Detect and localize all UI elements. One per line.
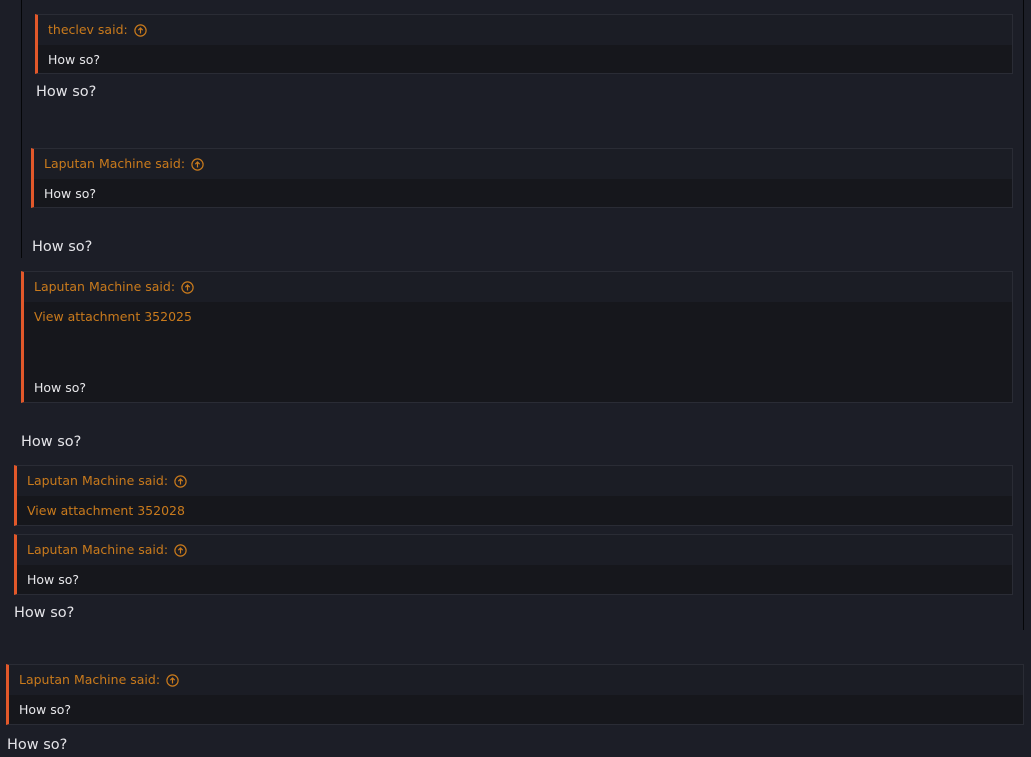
quote-text: How so? xyxy=(19,702,72,717)
reply-text: How so? xyxy=(36,84,97,100)
quote-author[interactable]: Laputan Machine said: xyxy=(27,535,168,565)
quote-header[interactable]: Laputan Machine said: xyxy=(34,149,1012,179)
forum-thread: theclev said: How so? How so? Laputan Ma… xyxy=(0,0,1031,757)
arrow-up-circle-icon[interactable] xyxy=(174,543,187,557)
reply-text: How so? xyxy=(14,605,75,621)
quote-body: View attachment 352025 How so? xyxy=(24,302,1012,402)
quote-block: Laputan Machine said: View attachment 35… xyxy=(14,465,1013,526)
quote-text: How so? xyxy=(48,52,101,67)
attachment-link[interactable]: View attachment 352028 xyxy=(27,496,1002,526)
quote-body: How so? xyxy=(34,179,1012,209)
quote-text: How so? xyxy=(27,572,80,587)
quote-block: Laputan Machine said: How so? xyxy=(6,664,1024,725)
attachment-link[interactable]: View attachment 352025 xyxy=(34,302,1002,332)
quote-author[interactable]: Laputan Machine said: xyxy=(34,272,175,302)
reply-text: How so? xyxy=(21,434,82,450)
reply-text: How so? xyxy=(32,239,93,255)
arrow-up-circle-icon[interactable] xyxy=(134,23,147,37)
quote-block: Laputan Machine said: How so? xyxy=(14,534,1013,595)
quote-body: How so? xyxy=(38,45,1012,75)
quote-body: How so? xyxy=(9,695,1023,725)
quote-block: theclev said: How so? xyxy=(35,14,1013,74)
quote-header[interactable]: Laputan Machine said: xyxy=(9,665,1023,695)
quote-author[interactable]: theclev said: xyxy=(48,15,128,45)
arrow-up-circle-icon[interactable] xyxy=(166,673,179,687)
quote-body: View attachment 352028 xyxy=(17,496,1012,526)
reply-text: How so? xyxy=(7,737,68,753)
quote-header[interactable]: theclev said: xyxy=(38,15,1012,45)
quote-header[interactable]: Laputan Machine said: xyxy=(24,272,1012,302)
quote-text: How so? xyxy=(34,380,87,395)
quote-body: How so? xyxy=(17,565,1012,595)
arrow-up-circle-icon[interactable] xyxy=(174,474,187,488)
quote-author[interactable]: Laputan Machine said: xyxy=(44,149,185,179)
nesting-line xyxy=(21,0,22,258)
quote-author[interactable]: Laputan Machine said: xyxy=(27,466,168,496)
quote-header[interactable]: Laputan Machine said: xyxy=(17,466,1012,496)
nesting-line xyxy=(1023,0,1024,630)
quote-block: Laputan Machine said: View attachment 35… xyxy=(21,271,1013,403)
arrow-up-circle-icon[interactable] xyxy=(191,157,204,171)
arrow-up-circle-icon[interactable] xyxy=(181,280,194,294)
quote-author[interactable]: Laputan Machine said: xyxy=(19,665,160,695)
quote-text: How so? xyxy=(44,186,97,201)
quote-block: Laputan Machine said: How so? xyxy=(31,148,1013,208)
quote-header[interactable]: Laputan Machine said: xyxy=(17,535,1012,565)
